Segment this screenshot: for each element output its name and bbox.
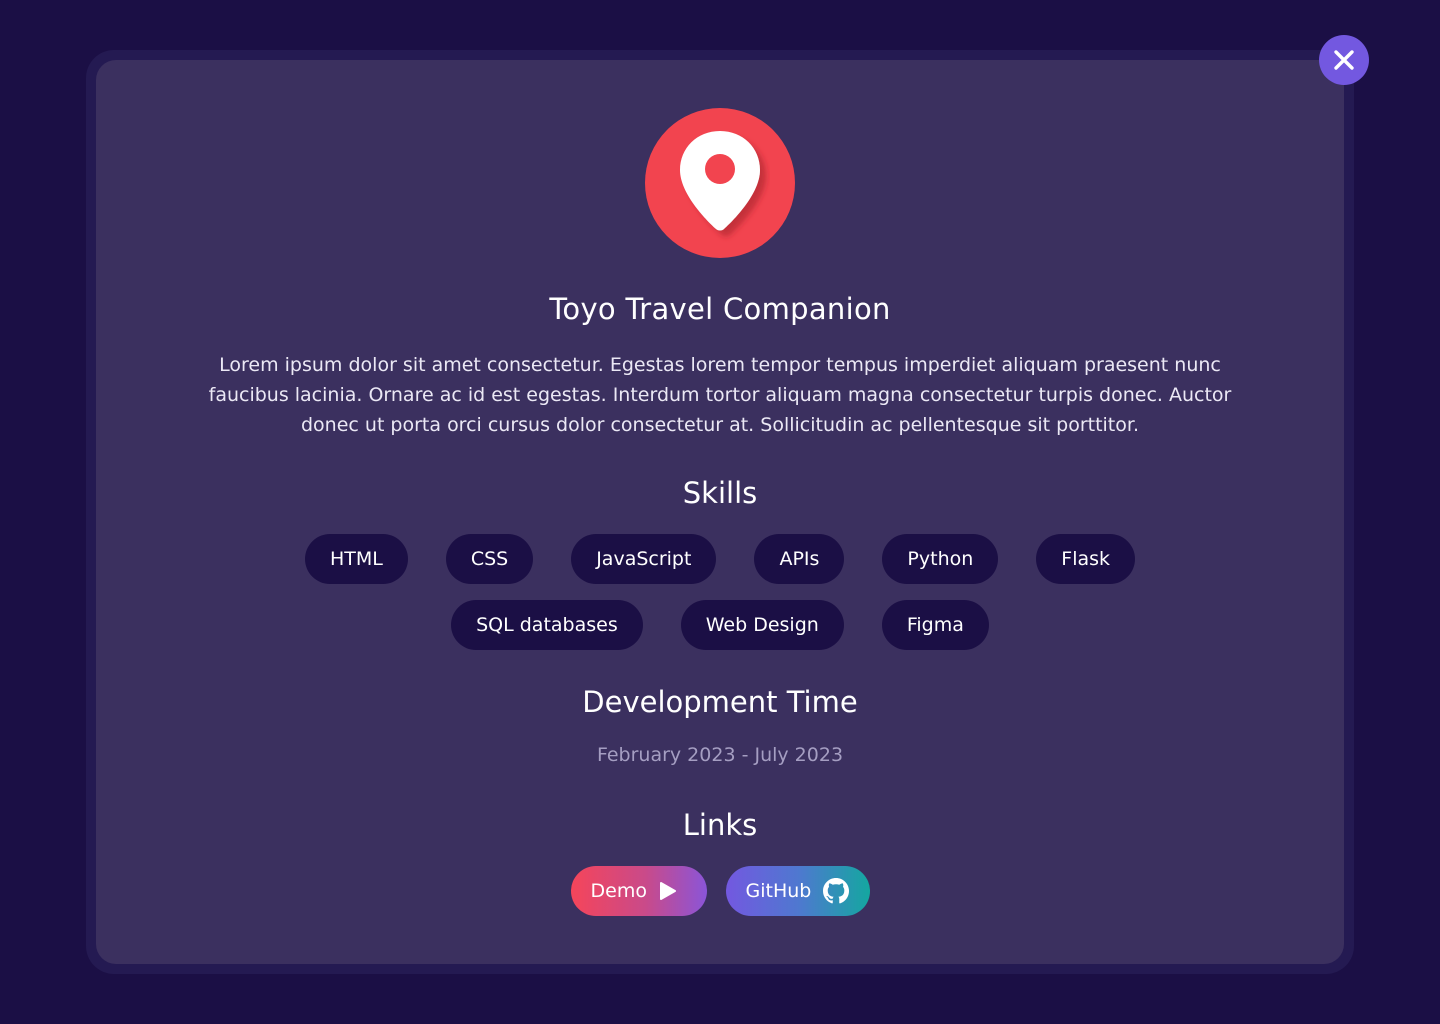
project-logo [645,108,795,258]
project-description: Lorem ipsum dolor sit amet consectetur. … [208,354,1232,436]
skill-chip: Python [882,534,999,584]
links-row: Demo GitHub [96,866,1344,916]
skills-row-1: HTML CSS JavaScript APIs Python Flask [96,534,1344,584]
close-icon [1334,50,1354,70]
skill-chip: JavaScript [571,534,717,584]
skills-row-2: SQL databases Web Design Figma [96,600,1344,650]
skill-chip: SQL databases [451,600,643,650]
github-button-label: GitHub [745,880,812,902]
project-title: Toyo Travel Companion [549,292,891,326]
skill-chip: Figma [881,600,989,650]
skill-chip: HTML [304,534,408,584]
links-heading: Links [682,808,758,842]
development-period: February 2023 - July 2023 [596,744,844,766]
play-icon [659,881,677,901]
skill-chip: Web Design [680,600,844,650]
skill-chip: Flask [1036,534,1136,584]
map-pin-icon [680,131,760,231]
development-heading: Development Time [582,685,858,719]
github-icon [823,878,850,904]
project-modal: Toyo Travel Companion Lorem ipsum dolor … [96,60,1344,964]
demo-button[interactable]: Demo [570,866,707,916]
skills-heading: Skills [682,476,758,510]
skill-chip: APIs [754,534,845,584]
demo-button-label: Demo [590,880,647,902]
github-button[interactable]: GitHub [725,866,870,916]
skill-chip: CSS [445,534,534,584]
close-button[interactable] [1319,35,1369,85]
